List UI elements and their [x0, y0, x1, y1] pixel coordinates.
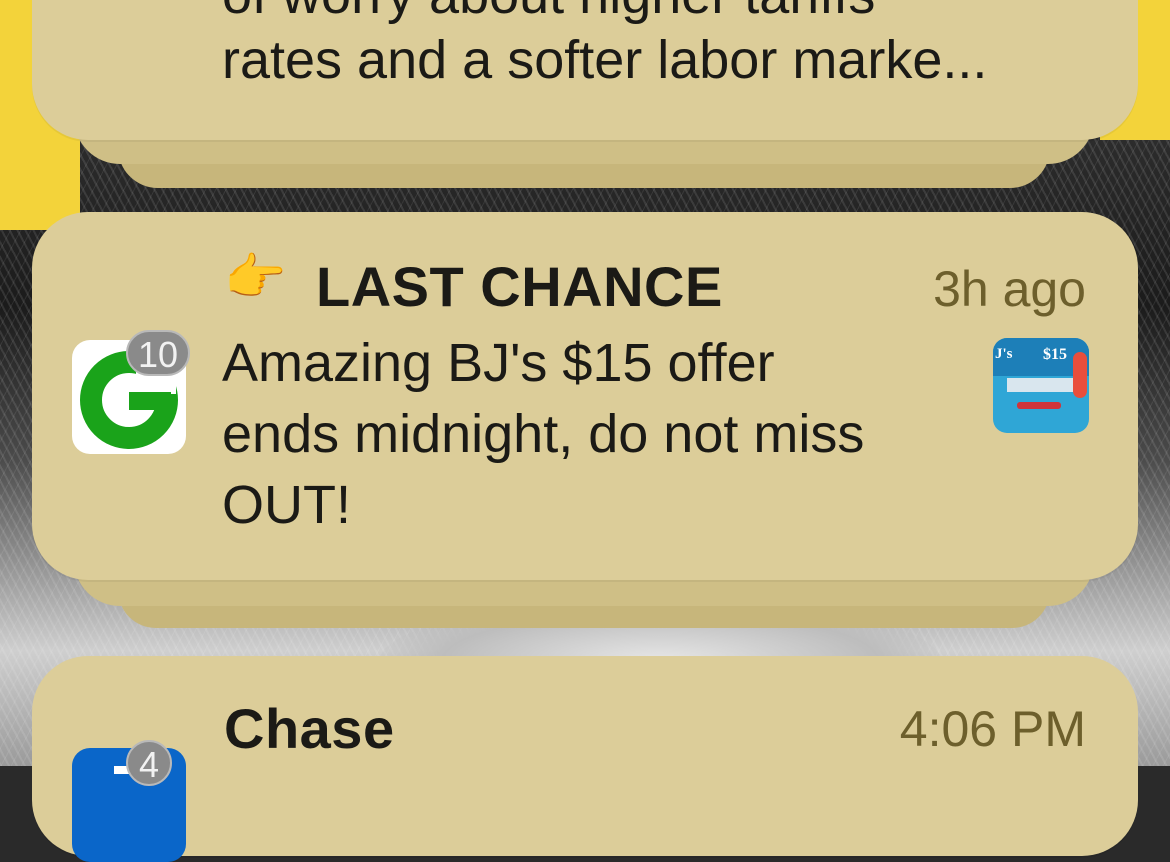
thumbnail-store: [1007, 378, 1073, 392]
notification-card[interactable]: 10 👉 LAST CHANCE 3h ago Amazing BJ's $15…: [32, 212, 1138, 580]
thumbnail-text-left: J's: [995, 346, 1013, 362]
notification-count-badge: 10: [126, 330, 191, 376]
thumbnail-button: [1017, 402, 1061, 409]
notification-thumbnail[interactable]: J's $15: [993, 338, 1089, 433]
pointing-hand-emoji: 👉: [224, 249, 287, 305]
notification-card-chase[interactable]: 4 Chase 4:06 PM: [32, 656, 1138, 862]
body-line: OUT!: [222, 475, 351, 535]
body-line: Amazing BJ's $15 offer: [222, 333, 775, 393]
body-line: ends midnight, do not miss: [222, 404, 865, 464]
notification-time: 3h ago: [933, 261, 1086, 317]
thumbnail-text-right: $15: [1043, 346, 1067, 363]
notification-body: rates and a softer labor marke...: [222, 30, 988, 90]
notification-card[interactable]: of worry about higher tariffs rates and …: [32, 0, 1138, 140]
notification-title: LAST CHANCE: [316, 255, 723, 318]
notification-title: Chase: [224, 697, 395, 760]
notification-body: Amazing BJ's $15 offer ends midnight, do…: [222, 328, 864, 541]
thumbnail-decoration: [1073, 352, 1087, 398]
notification-time: 4:06 PM: [899, 701, 1086, 757]
notification-count-badge: 4: [126, 740, 172, 786]
